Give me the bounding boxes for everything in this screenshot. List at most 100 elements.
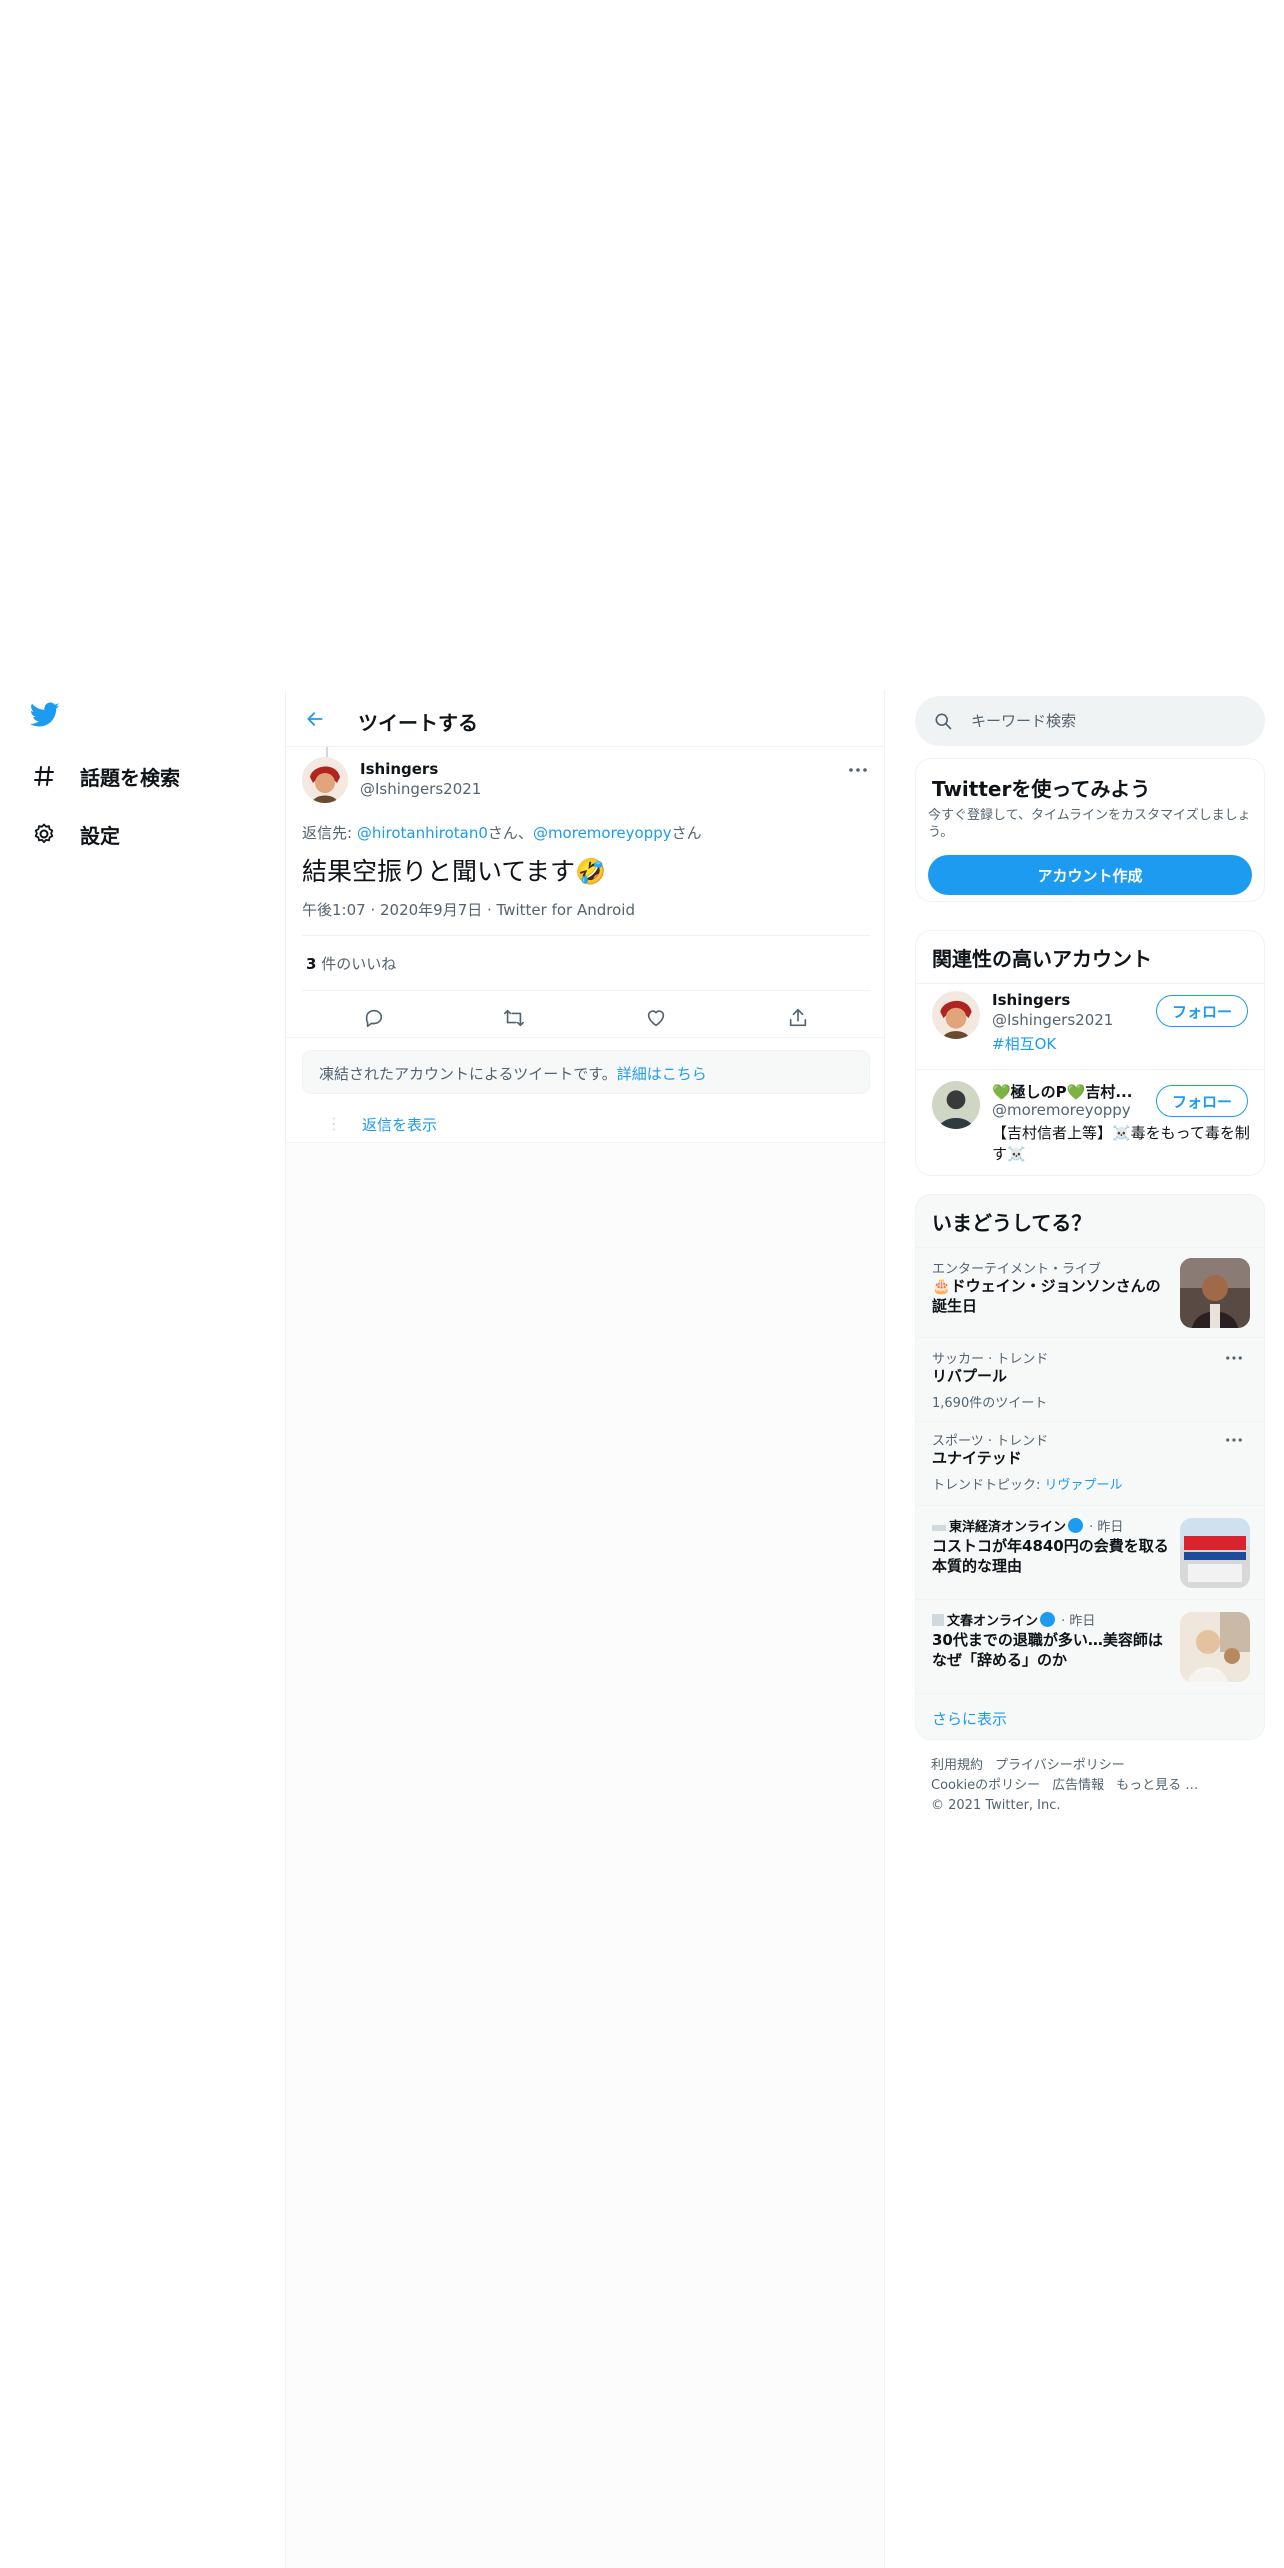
divider (916, 1069, 1264, 1070)
news-item[interactable]: 東洋経済オンライン · 昨日 コストコが年4840円の会費を取る本質的な理由 (916, 1505, 1264, 1599)
reply-user-link[interactable]: @hirotanhirotan0 (357, 824, 488, 842)
trend-topic: トレンドトピック: リヴァプール (932, 1474, 1123, 1493)
main-column: ツイートする Ishingers @Ishingers2021 返信先: @hi… (285, 690, 886, 2568)
news-source-logo-icon (932, 1614, 944, 1626)
retweet-icon[interactable] (494, 998, 534, 1038)
footer-link[interactable]: Cookieのポリシー (931, 1778, 1040, 1793)
search-bar[interactable] (915, 696, 1265, 746)
related-accounts-title: 関連性の高いアカウント (932, 947, 1152, 971)
news-thumbnail (1180, 1612, 1250, 1682)
avatar[interactable] (932, 1081, 980, 1129)
gear-icon (30, 820, 58, 848)
news-source: 文春オンライン (947, 1614, 1039, 1629)
related-accounts-card: 関連性の高いアカウント Ishingers @Ishingers2021 #相互… (915, 930, 1265, 1176)
divider (286, 1037, 886, 1038)
divider (302, 935, 870, 936)
hashtag-link[interactable]: #相互OK (992, 1035, 1056, 1053)
back-arrow-icon[interactable] (300, 704, 330, 734)
news-title: コストコが年4840円の会費を取る本質的な理由 (932, 1537, 1169, 1575)
hashtag-icon (30, 762, 58, 790)
reply-suffix: さん、 (487, 824, 533, 842)
news-item[interactable]: 文春オンライン · 昨日 30代までの退職が多い…美容師はなぜ「辞める」のか (916, 1599, 1264, 1693)
follow-button[interactable]: フォロー (1156, 1085, 1248, 1117)
trend-count: 1,690件のツイート (932, 1396, 1048, 1411)
trend-item[interactable]: エンターテイメント・ライブ 🎂ドウェイン・ジョンソンさんの誕生日 (916, 1247, 1264, 1337)
like-heart-icon[interactable] (636, 998, 676, 1038)
copyright: © 2021 Twitter, Inc. (931, 1798, 1061, 1813)
show-more-link[interactable]: さらに表示 (932, 1708, 1007, 1729)
news-source: 東洋経済オンライン (949, 1520, 1067, 1535)
show-replies-link[interactable]: 返信を表示 (362, 1114, 437, 1135)
divider (302, 990, 870, 991)
search-icon (933, 711, 953, 731)
reply-suffix: さん (671, 824, 702, 842)
signup-subtitle: 今すぐ登録して、タイムラインをカスタマイズしましょう。 (928, 808, 1251, 840)
news-time: · 昨日 (1057, 1614, 1096, 1629)
avatar[interactable] (302, 757, 348, 803)
account-name[interactable]: Ishingers (992, 991, 1070, 1009)
more-icon[interactable] (1222, 1350, 1246, 1366)
nav-settings-label: 設定 (80, 823, 120, 848)
avatar[interactable] (932, 991, 980, 1039)
reply-user-link[interactable]: @moremoreyoppy (533, 824, 672, 842)
likes-number: 3 (306, 955, 317, 973)
trends-card: いまどうしてる？ エンターテイメント・ライブ 🎂ドウェイン・ジョンソンさんの誕生… (915, 1194, 1265, 1740)
reply-icon[interactable] (354, 998, 394, 1038)
nav-settings[interactable]: 設定 (30, 814, 120, 854)
tweet-timestamp[interactable]: 午後1:07 · 2020年9月7日 · Twitter for Android (302, 899, 635, 920)
page-header: ツイートする (286, 690, 884, 747)
nav-explore[interactable]: 話題を検索 (30, 756, 180, 796)
trend-category: スポーツ · トレンド (932, 1434, 1049, 1449)
twitter-bird-icon[interactable] (29, 702, 64, 732)
suspended-notice: 凍結されたアカウントによるツイートです。詳細はこちら (302, 1050, 870, 1094)
likes-count[interactable]: 3 件のいいね (306, 953, 396, 974)
footer-link[interactable]: もっと見る … (1116, 1778, 1198, 1793)
learn-more-link[interactable]: 詳細はこちら (617, 1065, 707, 1083)
reply-to-line: 返信先: @hirotanhirotan0さん、@moremoreyoppyさん (302, 822, 702, 843)
news-source-line: 東洋経済オンライン · 昨日 (932, 1516, 1123, 1535)
signup-card: Twitterを使ってみよう 今すぐ登録して、タイムラインをカスタマイズしましょ… (915, 758, 1265, 902)
trend-title: ユナイテッド (932, 1449, 1022, 1467)
page-title: ツイートする (358, 711, 478, 735)
trend-topic-link[interactable]: リヴァプール (1045, 1478, 1123, 1493)
footer-link[interactable]: 広告情報 (1052, 1778, 1104, 1793)
trend-title: 🎂ドウェイン・ジョンソンさんの誕生日 (932, 1277, 1161, 1315)
verified-badge-icon (1068, 1518, 1084, 1533)
news-title: 30代までの退職が多い…美容師はなぜ「辞める」のか (932, 1631, 1163, 1669)
trend-item[interactable]: サッカー · トレンド リバプール 1,690件のツイート (916, 1337, 1264, 1421)
vertical-dots-icon: ⋮ (326, 1114, 342, 1133)
divider (286, 1142, 886, 1143)
trend-thumbnail (1180, 1258, 1250, 1328)
signup-title: Twitterを使ってみよう (932, 777, 1151, 801)
more-icon[interactable] (846, 760, 870, 780)
likes-label: 件のいいね (316, 955, 397, 973)
trend-category: サッカー · トレンド (932, 1352, 1049, 1367)
trend-item[interactable]: スポーツ · トレンド ユナイテッド トレンドトピック: リヴァプール (916, 1421, 1264, 1505)
trends-title: いまどうしてる？ (932, 1211, 1092, 1235)
trend-category: エンターテイメント・ライブ (932, 1262, 1102, 1277)
follow-button[interactable]: フォロー (1156, 995, 1248, 1027)
account-name[interactable]: 💚極しのP💚吉村... (992, 1081, 1132, 1102)
account-handle[interactable]: @Ishingers2021 (992, 1011, 1113, 1029)
footer: 利用規約 プライバシーポリシー Cookieのポリシー 広告情報 もっと見る … © … (931, 1756, 1261, 1816)
news-time: · 昨日 (1085, 1520, 1124, 1535)
account-bio: #相互OK (992, 1034, 1252, 1055)
account-bio: 【吉村信者上等】☠️毒をもって毒を制す☠️ (992, 1124, 1250, 1163)
reply-prefix: 返信先: (302, 824, 357, 842)
trend-topic-prefix: トレンドトピック: (932, 1478, 1045, 1493)
notice-text: 凍結されたアカウントによるツイートです。 (319, 1065, 617, 1083)
search-input[interactable] (971, 696, 1251, 746)
footer-link[interactable]: 利用規約 (931, 1758, 983, 1773)
tweet-author-name[interactable]: Ishingers (360, 760, 438, 778)
footer-link[interactable]: プライバシーポリシー (995, 1758, 1125, 1773)
show-more-row[interactable]: さらに表示 (916, 1693, 1264, 1739)
more-icon[interactable] (1222, 1432, 1246, 1448)
account-handle[interactable]: @moremoreyoppy (992, 1101, 1131, 1119)
share-icon[interactable] (778, 998, 818, 1038)
verified-badge-icon (1040, 1612, 1056, 1627)
tweet-author-handle[interactable]: @Ishingers2021 (360, 780, 481, 798)
news-source-line: 文春オンライン · 昨日 (932, 1610, 1095, 1629)
news-source-logo-icon (932, 1524, 946, 1531)
nav-explore-label: 話題を検索 (80, 765, 180, 790)
create-account-button[interactable]: アカウント作成 (928, 855, 1252, 895)
